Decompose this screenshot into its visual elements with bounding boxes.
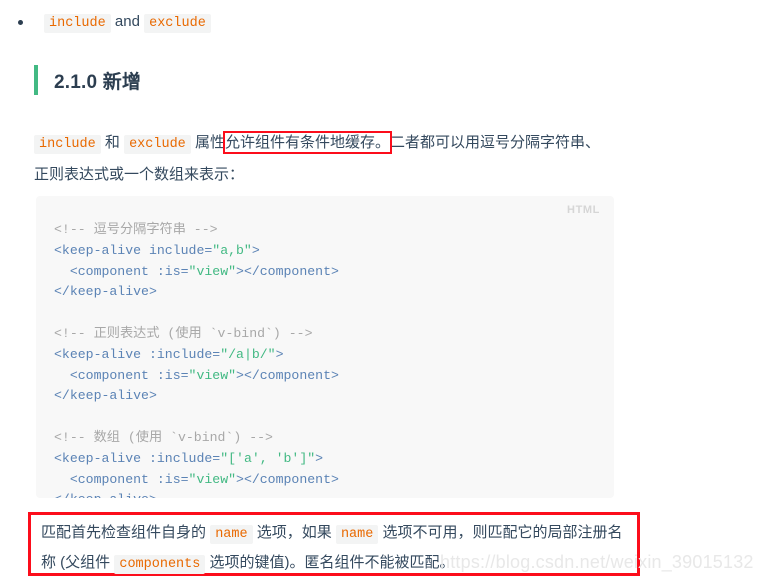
code-inner-tag: <component bbox=[54, 367, 157, 383]
code-tag-close: > bbox=[275, 346, 284, 362]
code-comment: <!-- 数组 (使用 `v-bind`) --> bbox=[54, 429, 273, 445]
intro-paragraph: include 和 exclude 属性允许组件有条件地缓存。二者都可以用逗号分… bbox=[34, 128, 614, 190]
inline-code-name: name bbox=[335, 525, 379, 544]
inline-code-components: components bbox=[114, 555, 206, 574]
code-open-tag: <keep-alive bbox=[54, 450, 149, 466]
code-language-label: HTML bbox=[567, 204, 600, 216]
code-inner-attr: :is= bbox=[156, 367, 189, 383]
code-attr: :include= bbox=[148, 346, 221, 362]
code-inner-close: ></component> bbox=[236, 263, 339, 279]
code-attr: include= bbox=[148, 242, 213, 258]
inline-code-name: name bbox=[210, 525, 253, 544]
note-part-4: 选项的键值)。匿名组件不能被匹配。 bbox=[209, 554, 455, 571]
code-attr: :include= bbox=[148, 450, 221, 466]
code-closing-tag: </keep-alive> bbox=[54, 284, 157, 300]
code-value: "a,b" bbox=[212, 242, 252, 258]
bullet-list: include and exclude bbox=[14, 10, 614, 36]
inline-code-exclude: exclude bbox=[144, 14, 211, 33]
intro-text-before-highlight: 属性 bbox=[194, 134, 225, 151]
code-block: HTML <!-- 逗号分隔字符串 --> <keep-alive includ… bbox=[36, 196, 614, 498]
code-inner-close: ></component> bbox=[236, 471, 339, 487]
code-tag-close: > bbox=[251, 242, 260, 258]
code-inner-value: "view" bbox=[188, 263, 237, 279]
note-text: 匹配首先检查组件自身的 name 选项，如果 name 选项不可用，则匹配它的局… bbox=[41, 519, 635, 579]
note-part-1: 匹配首先检查组件自身的 bbox=[41, 524, 207, 541]
list-item: include and exclude bbox=[14, 10, 614, 36]
heading-accent-bar bbox=[34, 65, 38, 95]
code-closing-tag: </keep-alive> bbox=[54, 388, 157, 404]
conjunction-he: 和 bbox=[104, 134, 120, 151]
code-inner-value: "view" bbox=[188, 367, 237, 383]
document-page: include and exclude 2.1.0 新增 include 和 e… bbox=[0, 0, 758, 584]
code-open-tag: <keep-alive bbox=[54, 242, 149, 258]
code-comment: <!-- 正则表达式 (使用 `v-bind`) --> bbox=[54, 325, 313, 341]
code-comment: <!-- 逗号分隔字符串 --> bbox=[54, 222, 218, 237]
inline-code-exclude: exclude bbox=[124, 135, 191, 154]
heading-title: 2.1.0 新增 bbox=[54, 71, 142, 93]
code-open-tag: <keep-alive bbox=[54, 346, 149, 362]
section-heading: 2.1.0 新增 bbox=[34, 64, 141, 96]
inline-code-include: include bbox=[44, 14, 111, 33]
code-inner-value: "view" bbox=[188, 471, 237, 487]
code-inner-tag: <component bbox=[54, 263, 157, 279]
red-highlight-box: 允许组件有条件地缓存。 bbox=[222, 131, 393, 154]
note-part-2: 选项，如果 bbox=[256, 524, 332, 541]
code-inner-attr: :is= bbox=[156, 471, 189, 487]
note-box-highlighted: 匹配首先检查组件自身的 name 选项，如果 name 选项不可用，则匹配它的局… bbox=[28, 512, 640, 576]
conjunction-and: and bbox=[114, 13, 140, 30]
code-inner-tag: <component bbox=[54, 471, 157, 487]
inline-code-include: include bbox=[34, 135, 101, 154]
code-content: <!-- 逗号分隔字符串 --> <keep-alive include="a,… bbox=[54, 220, 598, 498]
code-value: "/a|b/" bbox=[220, 346, 276, 362]
code-inner-attr: :is= bbox=[156, 263, 189, 279]
code-inner-close: ></component> bbox=[236, 367, 339, 383]
code-closing-tag: </keep-alive> bbox=[54, 492, 157, 498]
code-value: "['a', 'b']" bbox=[220, 450, 316, 466]
code-tag-close: > bbox=[315, 450, 324, 466]
